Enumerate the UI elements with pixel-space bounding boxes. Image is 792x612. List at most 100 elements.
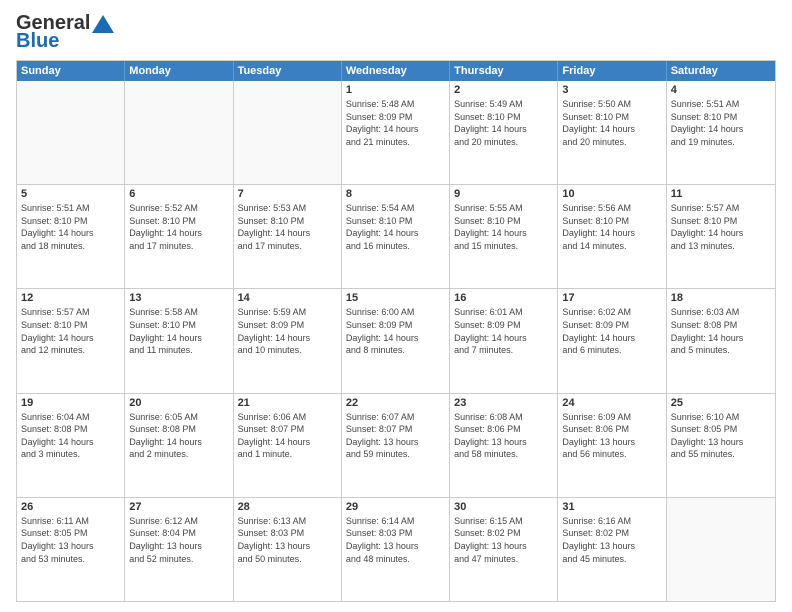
page: General Blue SundayMondayTuesdayWednesda…	[0, 0, 792, 612]
day-number: 2	[454, 84, 553, 96]
calendar-header-cell-monday: Monday	[125, 61, 233, 81]
day-number: 21	[238, 397, 337, 409]
day-number: 28	[238, 501, 337, 513]
day-number: 31	[562, 501, 661, 513]
day-number: 30	[454, 501, 553, 513]
day-number: 13	[129, 292, 228, 304]
calendar-header-cell-thursday: Thursday	[450, 61, 558, 81]
day-info: Sunrise: 6:00 AM Sunset: 8:09 PM Dayligh…	[346, 306, 445, 356]
day-info: Sunrise: 5:52 AM Sunset: 8:10 PM Dayligh…	[129, 202, 228, 252]
day-number: 22	[346, 397, 445, 409]
day-number: 14	[238, 292, 337, 304]
day-info: Sunrise: 6:07 AM Sunset: 8:07 PM Dayligh…	[346, 411, 445, 461]
calendar-cell-w5d5: 30 Sunrise: 6:15 AM Sunset: 8:02 PM Dayli…	[450, 498, 558, 601]
day-number: 3	[562, 84, 661, 96]
day-info: Sunrise: 6:12 AM Sunset: 8:04 PM Dayligh…	[129, 515, 228, 565]
day-number: 16	[454, 292, 553, 304]
day-number: 11	[671, 188, 771, 200]
day-info: Sunrise: 6:09 AM Sunset: 8:06 PM Dayligh…	[562, 411, 661, 461]
calendar-cell-w3d1: 12Sunrise: 5:57 AM Sunset: 8:10 PM Dayli…	[17, 289, 125, 392]
day-info: Sunrise: 6:06 AM Sunset: 8:07 PM Dayligh…	[238, 411, 337, 461]
day-number: 18	[671, 292, 771, 304]
calendar-week-3: 12Sunrise: 5:57 AM Sunset: 8:10 PM Dayli…	[17, 288, 775, 392]
calendar-cell-w4d2: 20 Sunrise: 6:05 AM Sunset: 8:08 PM Dayli…	[125, 394, 233, 497]
logo-icon	[92, 15, 114, 33]
day-info: Sunrise: 5:57 AM Sunset: 8:10 PM Dayligh…	[21, 306, 120, 356]
calendar-cell-w5d2: 27 Sunrise: 6:12 AM Sunset: 8:04 PM Dayli…	[125, 498, 233, 601]
day-number: 29	[346, 501, 445, 513]
logo-text-blue: Blue	[16, 30, 59, 52]
day-info: Sunrise: 6:03 AM Sunset: 8:08 PM Dayligh…	[671, 306, 771, 356]
calendar-cell-w5d4: 29 Sunrise: 6:14 AM Sunset: 8:03 PM Dayli…	[342, 498, 450, 601]
day-number: 17	[562, 292, 661, 304]
calendar-week-4: 19 Sunrise: 6:04 AM Sunset: 8:08 PM Dayli…	[17, 393, 775, 497]
day-number: 9	[454, 188, 553, 200]
calendar-header-cell-tuesday: Tuesday	[234, 61, 342, 81]
calendar-cell-w4d5: 23 Sunrise: 6:08 AM Sunset: 8:06 PM Dayli…	[450, 394, 558, 497]
calendar-cell-w1d2	[125, 81, 233, 184]
day-number: 10	[562, 188, 661, 200]
calendar-cell-w1d1	[17, 81, 125, 184]
day-info: Sunrise: 6:02 AM Sunset: 8:09 PM Dayligh…	[562, 306, 661, 356]
calendar-cell-w2d7: 11 Sunrise: 5:57 AM Sunset: 8:10 PM Dayli…	[667, 185, 775, 288]
header: General Blue	[16, 12, 776, 52]
day-info: Sunrise: 6:15 AM Sunset: 8:02 PM Dayligh…	[454, 515, 553, 565]
day-number: 4	[671, 84, 771, 96]
day-number: 19	[21, 397, 120, 409]
day-info: Sunrise: 5:50 AM Sunset: 8:10 PM Dayligh…	[562, 98, 661, 148]
calendar-week-1: 1 Sunrise: 5:48 AM Sunset: 8:09 PM Daylig…	[17, 81, 775, 184]
day-info: Sunrise: 6:11 AM Sunset: 8:05 PM Dayligh…	[21, 515, 120, 565]
calendar-cell-w5d7	[667, 498, 775, 601]
day-info: Sunrise: 6:01 AM Sunset: 8:09 PM Dayligh…	[454, 306, 553, 356]
calendar-week-2: 5 Sunrise: 5:51 AM Sunset: 8:10 PM Daylig…	[17, 184, 775, 288]
day-info: Sunrise: 5:51 AM Sunset: 8:10 PM Dayligh…	[21, 202, 120, 252]
day-info: Sunrise: 6:13 AM Sunset: 8:03 PM Dayligh…	[238, 515, 337, 565]
day-number: 20	[129, 397, 228, 409]
day-info: Sunrise: 6:08 AM Sunset: 8:06 PM Dayligh…	[454, 411, 553, 461]
day-info: Sunrise: 5:53 AM Sunset: 8:10 PM Dayligh…	[238, 202, 337, 252]
day-info: Sunrise: 6:04 AM Sunset: 8:08 PM Dayligh…	[21, 411, 120, 461]
calendar-cell-w2d3: 7 Sunrise: 5:53 AM Sunset: 8:10 PM Daylig…	[234, 185, 342, 288]
calendar-cell-w5d3: 28 Sunrise: 6:13 AM Sunset: 8:03 PM Dayli…	[234, 498, 342, 601]
calendar-cell-w1d4: 1 Sunrise: 5:48 AM Sunset: 8:09 PM Daylig…	[342, 81, 450, 184]
calendar-cell-w4d6: 24 Sunrise: 6:09 AM Sunset: 8:06 PM Dayli…	[558, 394, 666, 497]
day-number: 25	[671, 397, 771, 409]
day-number: 5	[21, 188, 120, 200]
calendar-cell-w3d4: 15 Sunrise: 6:00 AM Sunset: 8:09 PM Dayli…	[342, 289, 450, 392]
calendar-body: 1 Sunrise: 5:48 AM Sunset: 8:09 PM Daylig…	[17, 81, 775, 601]
calendar-cell-w4d7: 25 Sunrise: 6:10 AM Sunset: 8:05 PM Dayli…	[667, 394, 775, 497]
calendar-cell-w4d1: 19 Sunrise: 6:04 AM Sunset: 8:08 PM Dayli…	[17, 394, 125, 497]
calendar-cell-w3d2: 13Sunrise: 5:58 AM Sunset: 8:10 PM Dayli…	[125, 289, 233, 392]
calendar-cell-w2d1: 5 Sunrise: 5:51 AM Sunset: 8:10 PM Daylig…	[17, 185, 125, 288]
day-number: 1	[346, 84, 445, 96]
calendar-week-5: 26 Sunrise: 6:11 AM Sunset: 8:05 PM Dayli…	[17, 497, 775, 601]
day-number: 26	[21, 501, 120, 513]
calendar-header-row: SundayMondayTuesdayWednesdayThursdayFrid…	[17, 61, 775, 81]
calendar-cell-w3d6: 17 Sunrise: 6:02 AM Sunset: 8:09 PM Dayli…	[558, 289, 666, 392]
day-info: Sunrise: 5:54 AM Sunset: 8:10 PM Dayligh…	[346, 202, 445, 252]
day-info: Sunrise: 5:48 AM Sunset: 8:09 PM Dayligh…	[346, 98, 445, 148]
day-info: Sunrise: 6:14 AM Sunset: 8:03 PM Dayligh…	[346, 515, 445, 565]
calendar-header-cell-friday: Friday	[558, 61, 666, 81]
day-info: Sunrise: 6:10 AM Sunset: 8:05 PM Dayligh…	[671, 411, 771, 461]
calendar-header-cell-sunday: Sunday	[17, 61, 125, 81]
calendar-cell-w5d1: 26 Sunrise: 6:11 AM Sunset: 8:05 PM Dayli…	[17, 498, 125, 601]
calendar: SundayMondayTuesdayWednesdayThursdayFrid…	[16, 60, 776, 602]
day-number: 7	[238, 188, 337, 200]
day-number: 23	[454, 397, 553, 409]
calendar-header-cell-saturday: Saturday	[667, 61, 775, 81]
calendar-cell-w2d6: 10Sunrise: 5:56 AM Sunset: 8:10 PM Dayli…	[558, 185, 666, 288]
calendar-cell-w3d7: 18 Sunrise: 6:03 AM Sunset: 8:08 PM Dayli…	[667, 289, 775, 392]
day-number: 27	[129, 501, 228, 513]
calendar-header-cell-wednesday: Wednesday	[342, 61, 450, 81]
day-number: 24	[562, 397, 661, 409]
logo: General Blue	[16, 12, 114, 52]
day-number: 8	[346, 188, 445, 200]
day-info: Sunrise: 6:05 AM Sunset: 8:08 PM Dayligh…	[129, 411, 228, 461]
day-info: Sunrise: 5:59 AM Sunset: 8:09 PM Dayligh…	[238, 306, 337, 356]
day-info: Sunrise: 5:55 AM Sunset: 8:10 PM Dayligh…	[454, 202, 553, 252]
day-number: 15	[346, 292, 445, 304]
day-info: Sunrise: 5:57 AM Sunset: 8:10 PM Dayligh…	[671, 202, 771, 252]
calendar-cell-w1d6: 3 Sunrise: 5:50 AM Sunset: 8:10 PM Daylig…	[558, 81, 666, 184]
calendar-cell-w4d4: 22 Sunrise: 6:07 AM Sunset: 8:07 PM Dayli…	[342, 394, 450, 497]
